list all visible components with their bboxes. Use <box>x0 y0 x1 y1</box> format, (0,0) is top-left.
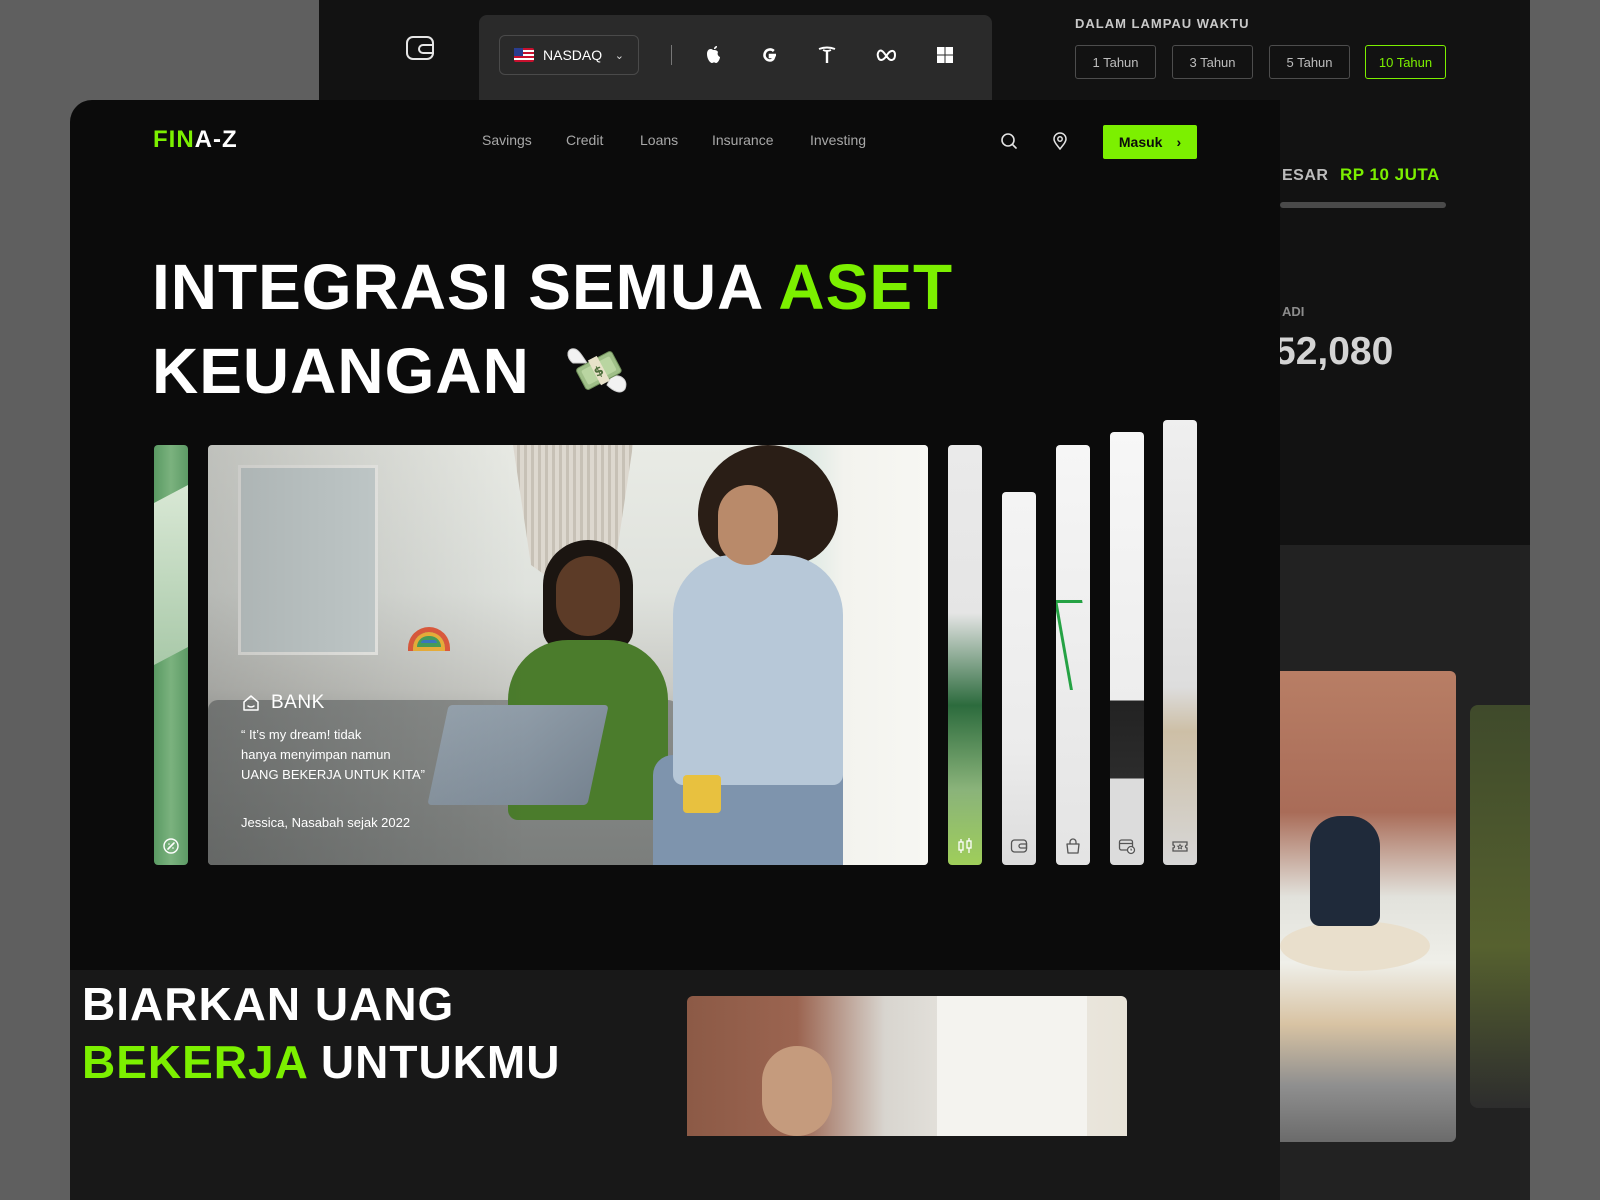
bank-feature-panel[interactable]: BANK “ It’s my dream! tidak hanya menyim… <box>208 445 928 865</box>
hero-title: INTEGRASI SEMUA ASET KEUANGAN $ <box>152 245 953 413</box>
office-photo <box>1270 671 1456 1142</box>
hero-line1-a: INTEGRASI SEMUA <box>152 251 762 323</box>
chevron-down-icon: ⌄ <box>614 49 624 62</box>
chevron-right-icon: › <box>1176 134 1182 150</box>
wallet-icon <box>406 36 434 60</box>
nav-loans[interactable]: Loans <box>640 132 678 148</box>
nav-credit[interactable]: Credit <box>566 132 603 148</box>
result-label-fragment: ADI <box>1282 304 1305 319</box>
exchange-dropdown[interactable]: NASDAQ ⌄ <box>499 35 639 75</box>
tesla-icon[interactable] <box>815 43 839 67</box>
result-value-fragment: 52,080 <box>1274 330 1394 373</box>
bank-icon <box>243 695 259 711</box>
logo-accent: FIN <box>153 126 195 153</box>
team-meeting-photo <box>687 996 1127 1136</box>
time-period-label: DALAM LAMPAU WAKTU <box>1075 16 1250 31</box>
section2-line2-rest: UNTUKMU <box>320 1036 561 1088</box>
meta-icon[interactable] <box>875 43 899 67</box>
ticker-toolbar: NASDAQ ⌄ <box>479 15 992 100</box>
us-flag-icon <box>514 48 534 62</box>
period-10-year-button[interactable]: 10 Tahun <box>1365 45 1446 79</box>
shopping-bag-icon <box>1066 838 1080 854</box>
apple-icon[interactable] <box>701 43 725 67</box>
candlestick-icon <box>958 838 972 853</box>
period-3-year-button[interactable]: 3 Tahun <box>1172 45 1253 79</box>
nav-insurance[interactable]: Insurance <box>712 132 773 148</box>
search-icon[interactable] <box>1000 132 1018 150</box>
testimonial-author: Jessica, Nasabah sejak 2022 <box>241 815 411 830</box>
accordion-panel-collapsed[interactable] <box>1002 492 1036 865</box>
plant-photo <box>1470 705 1530 1108</box>
period-1-year-button[interactable]: 1 Tahun <box>1075 45 1156 79</box>
accordion-panel-collapsed[interactable] <box>1056 445 1090 865</box>
accordion-panel-collapsed[interactable] <box>154 445 188 865</box>
amount-value: RP 10 JUTA <box>1340 165 1440 184</box>
divider <box>671 45 672 65</box>
quote-line: UANG BEKERJA UNTUK KITA” <box>241 767 425 782</box>
coin-badge-icon <box>163 838 179 854</box>
hero-line1-accent: ASET <box>778 251 954 323</box>
section2-line1: BIARKAN UANG <box>82 978 455 1030</box>
card-clock-icon <box>1118 839 1136 855</box>
amount-slider[interactable] <box>1280 202 1446 208</box>
quote-line: hanya menyimpan namun <box>241 747 391 762</box>
money-with-wings-icon: $ <box>565 335 631 393</box>
google-icon[interactable] <box>758 43 782 67</box>
period-5-year-button[interactable]: 5 Tahun <box>1269 45 1350 79</box>
amount-label-fragment: ESAR <box>1282 167 1329 184</box>
logo-rest: A-Z <box>194 126 238 153</box>
microsoft-icon[interactable] <box>933 43 957 67</box>
login-button[interactable]: Masuk › <box>1103 125 1197 159</box>
testimonial-quote: “ It’s my dream! tidak hanya menyimpan n… <box>241 725 441 785</box>
nav-investing[interactable]: Investing <box>810 132 866 148</box>
section2-line2-accent: BEKERJA <box>82 1036 308 1088</box>
location-pin-icon[interactable] <box>1051 132 1069 150</box>
exchange-label: NASDAQ <box>543 47 603 63</box>
bank-label: BANK <box>271 692 325 713</box>
login-button-label: Masuk <box>1118 134 1163 150</box>
accordion-panel-collapsed[interactable] <box>1163 420 1197 865</box>
ticket-icon <box>1172 841 1188 852</box>
wallet-icon <box>1010 839 1028 853</box>
hero-line2: KEUANGAN <box>152 335 530 407</box>
accordion-panel-collapsed[interactable] <box>948 445 982 865</box>
bank-category: BANK <box>241 692 325 714</box>
nav-savings[interactable]: Savings <box>482 132 532 148</box>
section2-title: BIARKAN UANG BEKERJA UNTUKMU <box>82 975 560 1091</box>
quote-line: “ It’s my dream! tidak <box>241 727 362 742</box>
logo[interactable]: FINA-Z <box>153 126 238 154</box>
accordion-panel-collapsed[interactable] <box>1110 432 1144 865</box>
